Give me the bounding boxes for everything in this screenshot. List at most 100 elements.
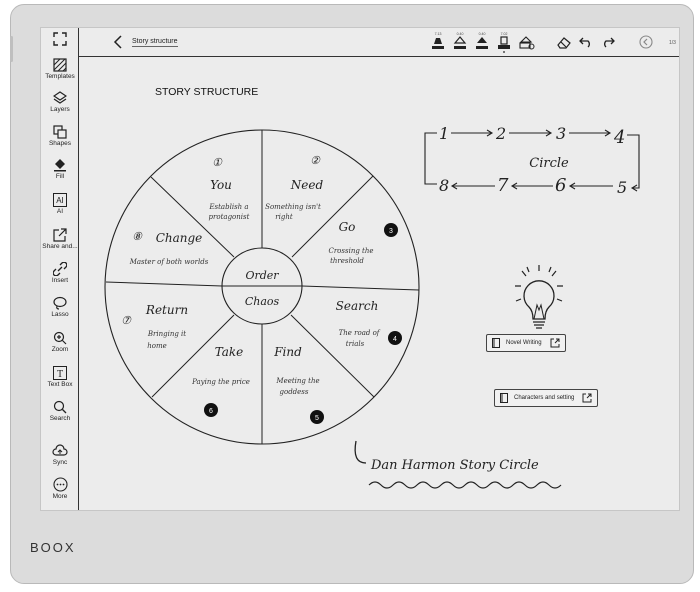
shape-pen-icon[interactable] (519, 36, 535, 50)
more-icon (52, 477, 68, 492)
tool-sync-label: Sync (52, 459, 68, 466)
fountain-pen-icon: 7.13 (432, 32, 444, 49)
segment-7-title: Return (145, 303, 188, 317)
segment-8-title: Change (156, 231, 203, 245)
share-icon (53, 228, 67, 242)
tool-templates[interactable]: Templates (41, 58, 79, 80)
previous-page-icon[interactable] (639, 35, 653, 49)
pen-size-2: 0.40 (457, 32, 464, 36)
device-brand-logo: BOOX (30, 540, 76, 555)
segment-3-number: 3 (389, 228, 393, 235)
insert-icon (53, 262, 67, 276)
pen-size-1: 7.13 (435, 32, 442, 36)
expand-button[interactable] (41, 32, 79, 46)
segment-3-desc-2: threshold (330, 257, 364, 265)
undo-icon[interactable] (579, 36, 593, 48)
segment-1-desc-1: Establish a (208, 203, 248, 211)
pencil-icon: 0.40 (453, 32, 467, 49)
tool-insert-label: Insert (51, 277, 69, 284)
notebook-icon (492, 338, 500, 348)
circle-flow-diagram: 1 2 3 4 5 6 7 8 Circle (424, 124, 640, 197)
text-box-icon: T (53, 366, 67, 380)
pen-tool-4[interactable]: 7.02 (497, 31, 513, 60)
notebook-icon (500, 393, 508, 403)
signature-text: Dan Harmon Story Circle (370, 458, 539, 473)
segment-5-number: 5 (315, 415, 319, 422)
pen-size-3: 0.40 (479, 32, 486, 36)
flow-num-8: 8 (439, 176, 449, 195)
tool-sync[interactable]: Sync (41, 444, 79, 466)
open-external-icon (550, 338, 560, 348)
page-indicator: 1/3 (669, 40, 676, 46)
link-novel-writing-label: Novel Writing (506, 340, 542, 346)
tool-text-box[interactable]: T Text Box (41, 366, 79, 388)
flow-num-5: 5 (617, 178, 627, 197)
tool-fill-label: Fill (55, 173, 65, 180)
document-title[interactable]: Story structure (132, 38, 178, 47)
pen-tool-3[interactable]: 0.40 (475, 31, 489, 56)
shapes-icon (53, 125, 67, 139)
ai-icon: AI (53, 193, 67, 207)
canvas-heading: STORY STRUCTURE (155, 86, 258, 98)
segment-5-desc-1: Meeting the (275, 377, 319, 385)
side-button (10, 36, 13, 62)
ballpoint-pen-icon: 0.40 (476, 32, 488, 49)
lightbulb-icon (515, 265, 563, 329)
story-circle: Order Chaos ① You Establish a protagonis… (104, 129, 420, 445)
segment-2-number: ② (310, 154, 321, 167)
tool-zoom-label: Zoom (51, 346, 69, 353)
tool-layers[interactable]: Layers (41, 91, 79, 113)
segment-7-desc-1: Bringing it (147, 330, 186, 338)
segment-1-title: You (210, 178, 232, 192)
back-arrow-icon[interactable] (113, 35, 123, 49)
tool-ai-label: AI (56, 208, 64, 215)
circle-center-bottom: Chaos (245, 295, 280, 308)
tool-shapes-label: Shapes (48, 140, 72, 147)
flow-num-3: 3 (556, 124, 566, 143)
tool-search[interactable]: Search (41, 400, 79, 422)
link-novel-writing[interactable]: Novel Writing (486, 334, 566, 352)
flow-num-2: 2 (495, 124, 506, 143)
drawing-layer[interactable]: STORY STRUCTURE Order Chaos ① You Establ… (79, 57, 680, 511)
ai-glyph: AI (56, 196, 64, 205)
lasso-icon (53, 296, 67, 310)
pen-tool-1[interactable]: 7.13 (431, 31, 445, 56)
link-characters-setting[interactable]: Characters and setting (494, 389, 599, 407)
search-icon (53, 400, 67, 414)
eraser-icon[interactable] (557, 36, 571, 49)
fill-icon (54, 159, 66, 172)
tool-fill[interactable]: Fill (41, 158, 79, 180)
flow-num-1: 1 (439, 124, 449, 143)
tool-share-label: Share and... (42, 243, 78, 250)
pen-tool-2[interactable]: 0.40 (453, 31, 467, 56)
segment-7-desc-2: home (147, 342, 167, 350)
segment-8-desc-1: Master of both worlds (129, 258, 209, 266)
screen: Templates Layers Shapes Fill AI AI Share… (40, 27, 680, 511)
segment-4-desc-2: trials (346, 340, 365, 348)
segment-5-desc-2: goddess (280, 388, 309, 396)
tool-layers-label: Layers (50, 106, 70, 113)
segment-2-title: Need (290, 178, 324, 192)
tool-lasso[interactable]: Lasso (41, 296, 79, 318)
tool-shapes[interactable]: Shapes (41, 125, 79, 147)
tool-share[interactable]: Share and... (41, 228, 79, 250)
tool-ai[interactable]: AI AI (41, 193, 79, 215)
marker-icon: 7.02 (498, 32, 510, 53)
signature-area: Dan Harmon Story Circle (354, 440, 562, 489)
segment-6-desc-1: Paying the price (191, 378, 250, 386)
tool-zoom[interactable]: Zoom (41, 331, 79, 353)
tool-templates-label: Templates (45, 73, 75, 80)
segment-3-title: Go (339, 220, 356, 234)
redo-icon[interactable] (601, 36, 615, 48)
segment-7-number: ⑦ (121, 314, 132, 327)
segment-2-desc-2: right (275, 213, 293, 221)
expand-icon (53, 32, 67, 46)
tool-more[interactable]: More (41, 477, 79, 500)
segment-1-desc-2: protagonist (209, 213, 250, 221)
left-toolbar: Templates Layers Shapes Fill AI AI Share… (41, 28, 79, 510)
note-canvas[interactable]: STORY STRUCTURE Order Chaos ① You Establ… (79, 57, 679, 510)
tool-text-box-label: Text Box (47, 381, 73, 388)
segment-6-number: 6 (209, 408, 213, 415)
segment-6-title: Take (215, 345, 244, 359)
tool-insert[interactable]: Insert (41, 262, 79, 284)
